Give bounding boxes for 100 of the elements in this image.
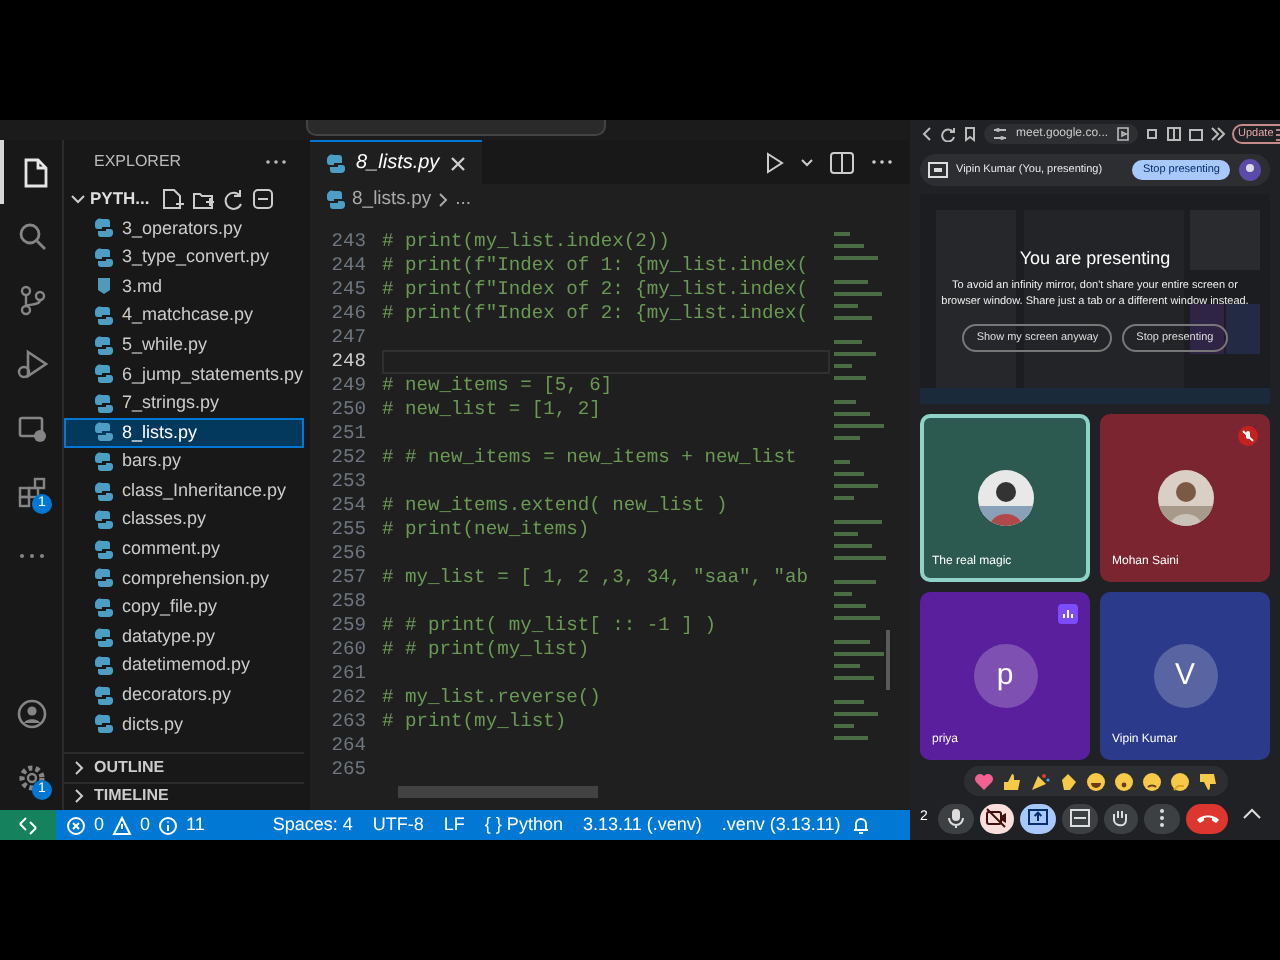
branch-icon[interactable]	[15, 284, 47, 316]
present-button[interactable]	[1020, 803, 1056, 833]
error-icon	[66, 815, 86, 835]
python-file-icon	[94, 627, 114, 648]
account-icon[interactable]	[15, 698, 47, 730]
remote-button[interactable]	[0, 810, 56, 840]
settings-icon[interactable]	[15, 762, 47, 794]
thinking-face-icon[interactable]	[1169, 771, 1189, 791]
leave-call-button[interactable]	[1185, 803, 1229, 833]
python-file-icon	[94, 393, 114, 414]
reload-icon[interactable]	[940, 126, 956, 142]
bell-icon[interactable]	[850, 814, 873, 836]
chevron-icon[interactable]	[70, 191, 86, 207]
file-item[interactable]: 4_matchcase.py	[64, 301, 304, 331]
file-item[interactable]: comprehension.py	[64, 564, 304, 594]
status-item[interactable]: UTF-8	[362, 811, 434, 839]
collapse-icon[interactable]	[251, 188, 274, 210]
line-number: 245	[329, 278, 368, 302]
status-item[interactable]: 3.13.11 (.venv)	[572, 811, 712, 839]
overflow-icon[interactable]	[1210, 126, 1227, 142]
line-number: 247	[329, 326, 368, 350]
python-file-icon	[94, 510, 114, 531]
file-item[interactable]: dicts.py	[64, 710, 304, 740]
refresh-icon[interactable]	[221, 188, 244, 210]
hand-icon	[1110, 808, 1131, 828]
file-item[interactable]: 3_type_convert.py	[64, 243, 304, 273]
thumbs-up-icon[interactable]	[1001, 771, 1021, 791]
line-number: 253	[329, 470, 368, 494]
new-folder-icon[interactable]	[191, 188, 214, 210]
raise-hand-button[interactable]	[1103, 803, 1139, 833]
status-item[interactable]: LF	[433, 811, 475, 839]
more-icon[interactable]	[264, 154, 288, 170]
cast-icon	[1116, 126, 1131, 142]
file-item[interactable]: bars.py	[64, 447, 304, 477]
code-line: # my_list = [ 1, 2 ,3, 34, "saa", "ab	[382, 566, 811, 590]
line-number: 262	[329, 686, 368, 710]
code-line: # # new_items = new_items + new_list	[382, 446, 799, 470]
avatar-icon[interactable]	[1238, 158, 1262, 182]
scrollbar[interactable]	[398, 786, 598, 798]
camera-button[interactable]	[979, 803, 1015, 833]
file-item[interactable]: 6_jump_statements.py	[64, 359, 304, 390]
file-item[interactable]: comment.py	[64, 535, 304, 565]
search-icon[interactable]	[15, 220, 47, 252]
new-file-icon[interactable]	[161, 188, 184, 210]
breadcrumb-item[interactable]: ...	[455, 185, 472, 215]
tab-icon[interactable]	[1188, 126, 1205, 142]
python-file-icon	[94, 685, 114, 706]
line-number: 263	[329, 710, 368, 734]
file-item[interactable]: 7_strings.py	[64, 389, 304, 419]
bookmark-icon[interactable]	[962, 126, 978, 142]
status-item[interactable]: Spaces: 4	[262, 811, 363, 839]
caret-icon[interactable]	[800, 157, 814, 167]
line-number: 250	[329, 398, 368, 422]
status-item[interactable]: .venv (3.13.11)	[711, 811, 851, 839]
file-item[interactable]: datatype.py	[64, 622, 304, 652]
back-icon[interactable]	[920, 126, 934, 142]
breadcrumb-item[interactable]: 8_lists.py	[352, 185, 432, 215]
heart-icon[interactable]	[973, 771, 993, 791]
file-item[interactable]: class_Inheritance.py	[64, 476, 304, 506]
more-options-button[interactable]	[1144, 803, 1180, 833]
file-item[interactable]: datetimemod.py	[64, 651, 304, 681]
file-item[interactable]: 5_while.py	[64, 330, 304, 360]
info-icon	[158, 815, 179, 835]
python-file-icon	[94, 714, 114, 735]
line-number: 243	[329, 230, 368, 254]
captions-button[interactable]	[1061, 803, 1098, 833]
site-settings-icon	[992, 126, 1008, 142]
laughing-face-icon[interactable]	[1085, 771, 1105, 791]
extensions-icon[interactable]	[15, 476, 47, 508]
code-line: # print(my_list.index(2))	[382, 230, 672, 254]
run-icon[interactable]	[766, 151, 784, 173]
run-debug-icon[interactable]	[15, 348, 47, 380]
more-icon[interactable]	[870, 156, 894, 168]
close-icon[interactable]	[449, 155, 466, 171]
extension-icon[interactable]	[1144, 126, 1161, 142]
file-item[interactable]: decorators.py	[64, 681, 304, 711]
status-item[interactable]: { } Python	[474, 811, 573, 839]
problems-button[interactable]: 0 0 11	[56, 811, 215, 839]
party-popper-icon[interactable]	[1029, 771, 1049, 791]
file-item[interactable]: 3.md	[64, 272, 304, 302]
captions-icon	[1069, 808, 1090, 828]
split-editor-icon[interactable]	[830, 151, 854, 173]
surprised-face-icon[interactable]	[1113, 771, 1133, 791]
folder-name[interactable]: PYTH...	[90, 186, 150, 212]
line-number: 251	[329, 422, 368, 446]
code-line: # print(f"Index of 2: {my_list.index(	[382, 302, 811, 326]
thumbs-down-icon[interactable]	[1197, 771, 1217, 791]
editor-tab[interactable]: 8_lists.py	[310, 140, 482, 184]
chevron-icon	[437, 192, 450, 208]
monitor-icon[interactable]	[15, 412, 47, 444]
file-item[interactable]: 8_lists.py	[64, 418, 304, 448]
file-item[interactable]: copy_file.py	[64, 593, 304, 623]
file-item[interactable]: classes.py	[64, 505, 304, 536]
sad-face-icon[interactable]	[1141, 771, 1161, 791]
mic-button[interactable]	[937, 803, 974, 833]
file-item[interactable]: 3_operators.py	[64, 214, 304, 244]
warning-icon	[112, 815, 133, 835]
line-number: 260	[329, 638, 368, 662]
sidebar-icon[interactable]	[1166, 126, 1183, 142]
line-number: 264	[329, 734, 368, 758]
